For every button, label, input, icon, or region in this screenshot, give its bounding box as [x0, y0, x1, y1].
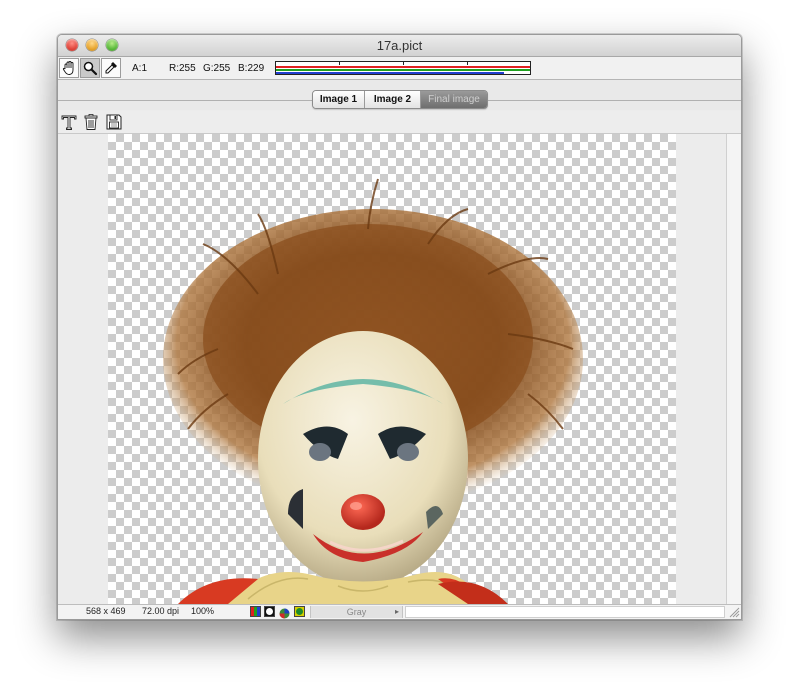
delete-button[interactable] — [81, 112, 101, 132]
trash-icon — [84, 114, 98, 130]
eyedropper-tool-button[interactable] — [101, 58, 121, 78]
action-toolbar — [58, 111, 741, 134]
popup-arrow-icon: ▸ — [394, 607, 399, 616]
image-dimensions: 568 x 469 — [86, 606, 126, 616]
zoom-tool-button[interactable] — [80, 58, 100, 78]
text-icon — [61, 115, 77, 130]
circle-mask-icon[interactable] — [264, 606, 275, 617]
green-yellow-icon[interactable] — [294, 606, 305, 617]
zoom-level: 100% — [191, 606, 215, 616]
status-bar: 568 x 469 72.00 dpi 100% Gray ▸ — [58, 604, 741, 619]
tab-final-image[interactable]: Final image — [421, 91, 487, 108]
tab-image-2[interactable]: Image 2 — [365, 91, 421, 108]
hand-icon — [62, 61, 74, 75]
rgb-level-meter — [275, 61, 531, 75]
window-title: 17a.pict — [376, 38, 423, 53]
red-readout: R:255 — [169, 63, 196, 74]
blue-readout: B:229 — [238, 63, 265, 74]
channel-mode-popup[interactable]: Gray ▸ — [310, 606, 403, 618]
magnifier-icon — [83, 61, 98, 76]
clown-doll-image — [163, 178, 583, 604]
inspector-toolbar: A:1 R:255 G:255 B:229 — [58, 57, 741, 80]
document-window: 17a.pict A:1 R:255 G:255 B:229 Image 1 I… — [57, 34, 742, 620]
alpha-readout: A:1 — [132, 63, 148, 74]
meter-tick — [339, 62, 340, 65]
color-wheel-icon[interactable] — [279, 606, 290, 619]
floppy-disk-icon — [106, 114, 122, 130]
resize-grip-icon[interactable] — [728, 606, 740, 618]
horizontal-scrollbar[interactable] — [405, 606, 725, 618]
image-resolution: 72.00 dpi — [142, 606, 180, 616]
blue-level-bar — [276, 72, 504, 74]
rgb-channels-icon[interactable] — [250, 606, 261, 617]
tab-image-1[interactable]: Image 1 — [313, 91, 365, 108]
final-image-preview[interactable] — [108, 134, 676, 604]
channel-mode-label: Gray — [346, 607, 367, 617]
vertical-scrollbar[interactable] — [726, 134, 741, 604]
save-button[interactable] — [104, 112, 124, 132]
meter-tick — [403, 62, 404, 65]
green-level-bar — [276, 69, 530, 71]
title-bar[interactable]: 17a.pict — [58, 35, 741, 57]
meter-tick — [467, 62, 468, 65]
green-readout: G:255 — [203, 63, 231, 74]
red-level-bar — [276, 66, 530, 68]
view-segmented-control: Image 1 Image 2 Final image — [312, 90, 488, 109]
hand-tool-button[interactable] — [59, 58, 79, 78]
text-tool-button[interactable] — [59, 112, 79, 132]
image-canvas-area[interactable] — [58, 134, 726, 604]
eyedropper-icon — [105, 62, 117, 74]
